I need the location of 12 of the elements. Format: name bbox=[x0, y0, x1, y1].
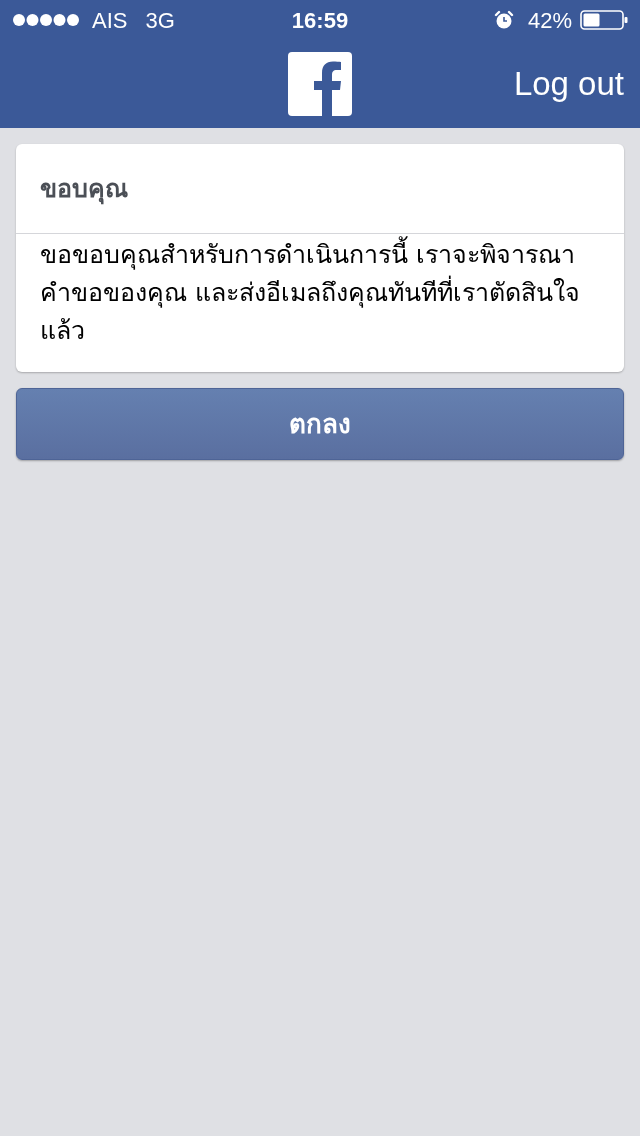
status-time: 16:59 bbox=[291, 6, 349, 35]
card-title: ขอบคุณ bbox=[40, 172, 128, 207]
network-type: 3G bbox=[145, 6, 175, 35]
battery-icon bbox=[580, 10, 628, 30]
log-out-button[interactable]: Log out bbox=[513, 59, 624, 109]
carrier-name: AIS bbox=[92, 6, 128, 35]
signal-strength-icon bbox=[12, 13, 80, 27]
ok-button[interactable]: ตกลง bbox=[16, 388, 624, 460]
battery-percentage: 42% bbox=[527, 6, 572, 35]
message-text: ขอขอบคุณสำหรับการดำเนินการนี้ เราจะพิจารณาคำขอของคุณ และส่งอีเมลถึงคุณทันทีที่เราตัดสินใจแล้ว bbox=[16, 234, 624, 372]
alarm-clock-icon bbox=[493, 10, 514, 30]
f-logo-icon bbox=[288, 52, 352, 116]
